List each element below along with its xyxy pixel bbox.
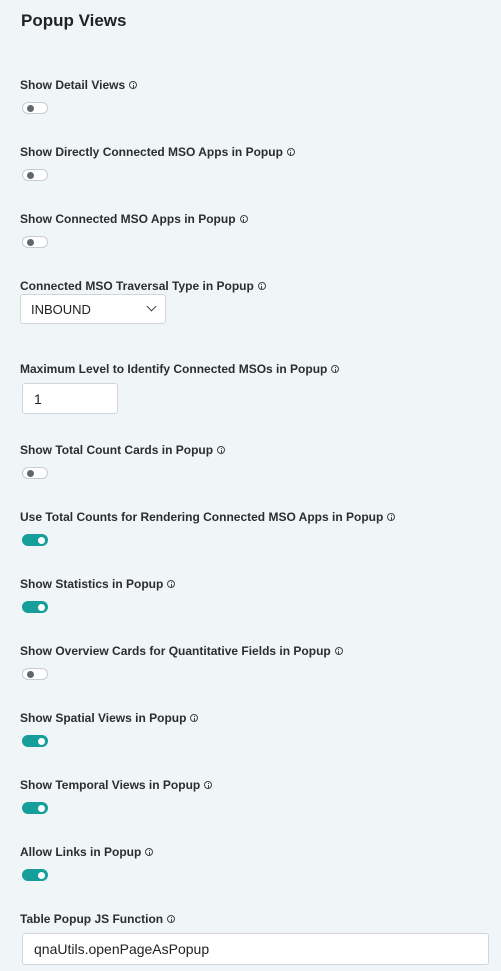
show-directly-connected-field: Show Directly Connected MSO Apps in Popu…	[20, 145, 295, 181]
toggle-knob	[27, 671, 34, 678]
toggle-knob	[38, 604, 45, 611]
info-icon[interactable]	[387, 513, 396, 521]
allow-links-toggle[interactable]	[22, 869, 48, 881]
field-label: Maximum Level to Identify Connected MSOs…	[20, 362, 340, 376]
page-title: Popup Views	[21, 11, 127, 30]
toggle-knob	[27, 172, 34, 179]
max-level-input[interactable]: 1	[22, 383, 118, 414]
info-icon[interactable]	[334, 647, 343, 655]
max-level-field: Maximum Level to Identify Connected MSOs…	[20, 362, 340, 414]
show-detail-views-field: Show Detail Views	[20, 78, 138, 114]
field-label: Connected MSO Traversal Type in Popup	[20, 279, 266, 293]
use-total-counts-toggle[interactable]	[22, 534, 48, 546]
field-label: Allow Links in Popup	[20, 845, 154, 859]
info-icon[interactable]	[286, 148, 295, 156]
show-connected-field: Show Connected MSO Apps in Popup	[20, 212, 248, 248]
show-connected-toggle[interactable]	[22, 236, 48, 248]
toggle-knob	[27, 105, 34, 112]
temporal-views-field: Show Temporal Views in Popup	[20, 778, 213, 814]
toggle-knob	[27, 239, 34, 246]
info-icon[interactable]	[190, 714, 199, 722]
field-label: Show Statistics in Popup	[20, 577, 176, 591]
table-popup-fn-field: Table Popup JS Function qnaUtils.openPag…	[20, 912, 489, 965]
field-label: Show Detail Views	[20, 78, 138, 92]
total-count-cards-field: Show Total Count Cards in Popup	[20, 443, 226, 479]
chevron-down-icon	[146, 301, 157, 312]
info-icon[interactable]	[167, 580, 176, 588]
info-icon[interactable]	[217, 446, 226, 454]
field-label: Use Total Counts for Rendering Connected…	[20, 510, 396, 524]
spatial-views-field: Show Spatial Views in Popup	[20, 711, 199, 747]
field-label: Show Connected MSO Apps in Popup	[20, 212, 248, 226]
overview-cards-toggle[interactable]	[22, 668, 48, 680]
use-total-counts-field: Use Total Counts for Rendering Connected…	[20, 510, 396, 546]
toggle-knob	[38, 537, 45, 544]
toggle-knob	[38, 738, 45, 745]
info-icon[interactable]	[204, 781, 213, 789]
total-count-cards-toggle[interactable]	[22, 467, 48, 479]
info-icon[interactable]	[129, 81, 138, 89]
field-label: Show Directly Connected MSO Apps in Popu…	[20, 145, 295, 159]
field-label: Table Popup JS Function	[20, 912, 176, 926]
show-statistics-toggle[interactable]	[22, 601, 48, 613]
allow-links-field: Allow Links in Popup	[20, 845, 154, 881]
show-directly-connected-toggle[interactable]	[22, 169, 48, 181]
field-label: Show Spatial Views in Popup	[20, 711, 199, 725]
traversal-type-field: Connected MSO Traversal Type in Popup IN…	[20, 279, 266, 324]
field-label: Show Total Count Cards in Popup	[20, 443, 226, 457]
show-detail-views-toggle[interactable]	[22, 102, 48, 114]
field-label: Show Overview Cards for Quantitative Fie…	[20, 644, 343, 658]
info-icon[interactable]	[331, 365, 340, 373]
toggle-knob	[38, 872, 45, 879]
temporal-views-toggle[interactable]	[22, 802, 48, 814]
toggle-knob	[27, 470, 34, 477]
info-icon[interactable]	[167, 915, 176, 923]
info-icon[interactable]	[257, 282, 266, 290]
table-popup-fn-input[interactable]: qnaUtils.openPageAsPopup	[22, 933, 489, 965]
overview-cards-field: Show Overview Cards for Quantitative Fie…	[20, 644, 343, 680]
traversal-type-select[interactable]: INBOUND	[20, 294, 166, 324]
spatial-views-toggle[interactable]	[22, 735, 48, 747]
info-icon[interactable]	[145, 848, 154, 856]
show-statistics-field: Show Statistics in Popup	[20, 577, 176, 613]
info-icon[interactable]	[239, 215, 248, 223]
field-label: Show Temporal Views in Popup	[20, 778, 213, 792]
toggle-knob	[38, 805, 45, 812]
